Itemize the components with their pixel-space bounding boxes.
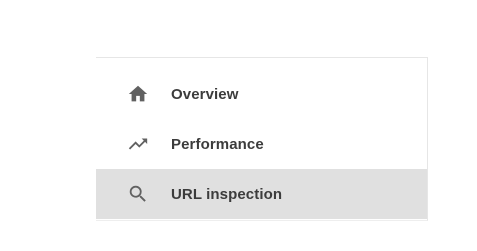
sidebar-item-label: Overview bbox=[171, 85, 239, 103]
sidebar-nav: Overview Performance URL inspection bbox=[96, 57, 428, 221]
trending-up-icon bbox=[127, 133, 149, 155]
sidebar-item-overview[interactable]: Overview bbox=[96, 69, 427, 119]
search-icon bbox=[127, 183, 149, 205]
sidebar-item-label: URL inspection bbox=[171, 185, 283, 203]
sidebar-item-url-inspection[interactable]: URL inspection bbox=[96, 169, 427, 219]
home-icon bbox=[127, 83, 149, 105]
sidebar-item-label: Performance bbox=[171, 135, 264, 153]
sidebar-item-performance[interactable]: Performance bbox=[96, 119, 427, 169]
